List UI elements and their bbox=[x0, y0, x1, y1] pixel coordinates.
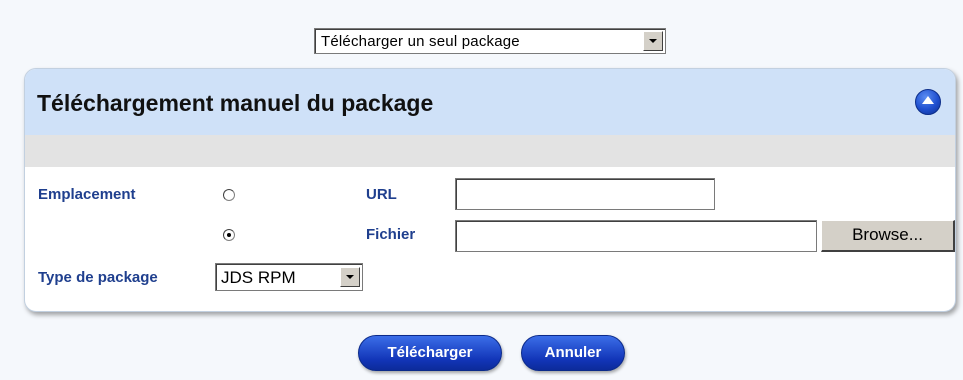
upload-button[interactable]: Télécharger bbox=[358, 335, 502, 371]
cancel-button[interactable]: Annuler bbox=[521, 335, 625, 371]
package-type-label: Type de package bbox=[38, 269, 158, 286]
url-label: URL bbox=[366, 186, 397, 203]
url-input[interactable] bbox=[455, 178, 715, 210]
dropdown-arrow-icon[interactable] bbox=[340, 267, 360, 287]
panel-divider-band bbox=[25, 135, 955, 167]
file-input[interactable] bbox=[455, 220, 817, 252]
package-type-select[interactable]: JDS RPM bbox=[215, 263, 363, 291]
upload-mode-select[interactable]: Télécharger un seul package bbox=[314, 28, 666, 54]
file-label: Fichier bbox=[366, 226, 416, 243]
panel-header: Téléchargement manuel du package bbox=[25, 69, 955, 135]
upload-mode-value: Télécharger un seul package bbox=[321, 33, 520, 50]
collapse-icon[interactable] bbox=[915, 89, 941, 115]
manual-upload-panel: Téléchargement manuel du package Emplace… bbox=[24, 68, 956, 312]
radio-file[interactable] bbox=[223, 229, 235, 241]
panel-title: Téléchargement manuel du package bbox=[37, 90, 434, 116]
radio-url[interactable] bbox=[223, 189, 235, 201]
package-type-value: JDS RPM bbox=[221, 268, 296, 287]
dropdown-arrow-icon[interactable] bbox=[643, 31, 663, 51]
browse-button[interactable]: Browse... bbox=[821, 220, 955, 252]
location-label: Emplacement bbox=[38, 186, 136, 203]
